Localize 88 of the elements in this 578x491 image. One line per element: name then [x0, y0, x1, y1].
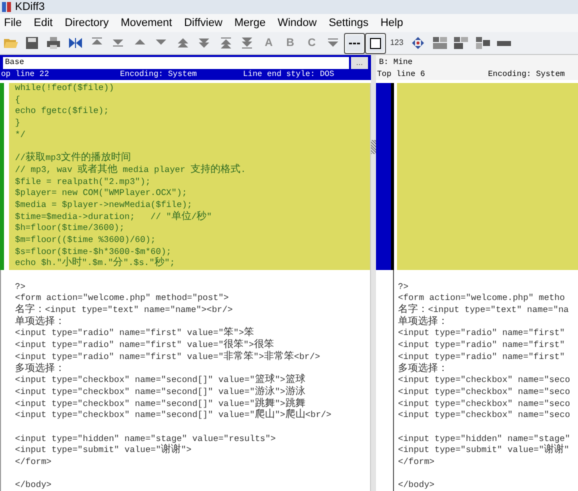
code-line: <form action="welcome.php" metho [397, 293, 565, 304]
code-line: { [14, 94, 20, 106]
menu-item[interactable]: Movement [114, 18, 178, 28]
pane-title: B: Mine [379, 56, 413, 68]
code-line: $s=floor($time-$h*3600-$m*60); [14, 246, 172, 257]
code-line: <input type="radio" name="first" value="笨">笨 [14, 328, 254, 340]
bottom-arrow-icon[interactable] [112, 37, 124, 49]
status-text: Encoding: System [488, 71, 566, 79]
code-line: $player= new COM("WMPlayer.OCX"); [14, 188, 188, 200]
bottom-double-arrow-icon[interactable] [241, 37, 254, 49]
code-line: $h=floor($time/3600); [14, 223, 124, 235]
code-line: 名字：<input type="text" name="name"><br/> [14, 305, 233, 316]
code-line: // mp3, wav 或者其他 media player 支持的格式. [14, 164, 246, 177]
file-path-field[interactable]: Base [3, 56, 349, 68]
top-double-arrow-icon[interactable] [220, 37, 232, 49]
code-line: </body> [14, 480, 52, 491]
code-line: <input type="checkbox" name="second[]" value="爬山">爬山<br/> [14, 410, 332, 422]
menu-item[interactable]: Edit [28, 18, 59, 28]
change-marker [376, 83, 394, 95]
app-icon [2, 2, 11, 12]
code-line: <input type="checkbox" name="seco [397, 386, 570, 399]
code-line: //获取mp3文件的播放时间 [14, 153, 132, 164]
browse-button[interactable]: ... [351, 56, 368, 68]
code-line: <input type="submit" value="谢谢"> [14, 445, 192, 458]
code-line: while(!feof($file)) [14, 83, 114, 95]
code-line: <input type="submit" value="谢谢" [397, 445, 570, 458]
change-marker [376, 258, 394, 270]
code-line: 多项选择： [397, 364, 448, 376]
save-icon[interactable] [26, 37, 38, 49]
menu-item[interactable]: Merge [228, 18, 272, 28]
line-numbers-button[interactable]: 123 [386, 32, 408, 54]
bar-icon[interactable] [497, 40, 512, 46]
status-text: op line 22 [0, 71, 50, 79]
code-line: </form> [14, 457, 52, 469]
code-line: <input type="hidden" name="stage" [397, 434, 570, 444]
code-line: <input type="radio" name="first" [397, 328, 565, 340]
code-line: $m=floor(($time %3600)/60); [14, 234, 156, 247]
double-down-arrow-icon[interactable] [198, 37, 210, 49]
code-line: 单项选择： [14, 316, 65, 328]
code-line: 多项选择： [14, 364, 65, 376]
status-text: Encoding: System [120, 71, 198, 79]
code-line: 名字：<input type="text" name="na [397, 305, 569, 316]
code-line: } [14, 118, 20, 130]
code-line: </form> [397, 457, 434, 469]
layout-icon[interactable] [476, 37, 490, 49]
code-line: <input type="radio" name="first" [397, 340, 565, 352]
dashes-icon [349, 42, 360, 44]
layout-icon[interactable] [432, 37, 447, 49]
code-line: <form action="welcome.php" method="post"> [14, 293, 229, 304]
menu-item[interactable]: Window [272, 18, 323, 28]
code-line: <input type="radio" name="first" value="很笨">很笨 [14, 340, 274, 352]
code-line: echo $h."小时".$m."分".$s."秒"; [14, 258, 175, 270]
code-line: $time=$media->duration; // "单位/秒" [14, 212, 212, 224]
square-button[interactable] [365, 32, 386, 54]
code-line: <input type="checkbox" name="seco [397, 398, 570, 410]
printer-icon[interactable] [47, 37, 60, 49]
code-line: <input type="hidden" name="stage" value="results"> [14, 434, 276, 444]
status-text: Line end style: DOS [243, 71, 334, 79]
code-line: <input type="checkbox" name="second[]" value="跳舞">跳舞 [14, 398, 306, 410]
four-arrows-icon[interactable] [412, 37, 424, 49]
menu-item[interactable]: Help [374, 18, 410, 28]
code-line: </body> [397, 480, 434, 491]
menu-item[interactable]: Directory [58, 18, 115, 28]
bowtie-icon[interactable] [68, 38, 82, 48]
code-line: <input type="checkbox" name="second[]" value="游泳">游泳 [14, 386, 306, 398]
code-line: <input type="radio" name="first" value="非常笨">非常笨<br/> [14, 352, 320, 363]
code-line: ?> [14, 282, 26, 294]
menu-item[interactable]: Diffview [178, 18, 228, 28]
code-line: ?> [397, 282, 408, 294]
code-line: $file = realpath("2.mp3"); [14, 176, 151, 188]
square-icon [370, 38, 381, 48]
status-text: Top line 6 [376, 71, 426, 79]
down-arrow-icon[interactable] [327, 37, 340, 49]
code-line: */ [14, 130, 26, 142]
code-line: <input type="radio" name="first" [397, 352, 565, 362]
menu-item[interactable]: Settings [322, 18, 374, 28]
code-line: $media = $player->newMedia($file); [14, 200, 192, 210]
window-title: KDiff3 [15, 2, 45, 12]
layout-icon[interactable] [454, 37, 468, 49]
code-line: <input type="checkbox" name="seco [397, 375, 570, 387]
scroll-thumb[interactable] [371, 140, 376, 154]
code-line: <input type="checkbox" name="second[]" value="篮球">篮球 [14, 375, 306, 386]
code-line: <input type="checkbox" name="seco [397, 410, 570, 422]
code-line: 单项选择： [397, 316, 448, 328]
dash-line-button[interactable] [344, 32, 365, 54]
menu-item[interactable]: File [0, 18, 28, 28]
code-line: echo fgetc($file); [14, 106, 109, 118]
double-up-arrow-icon[interactable] [176, 37, 189, 49]
